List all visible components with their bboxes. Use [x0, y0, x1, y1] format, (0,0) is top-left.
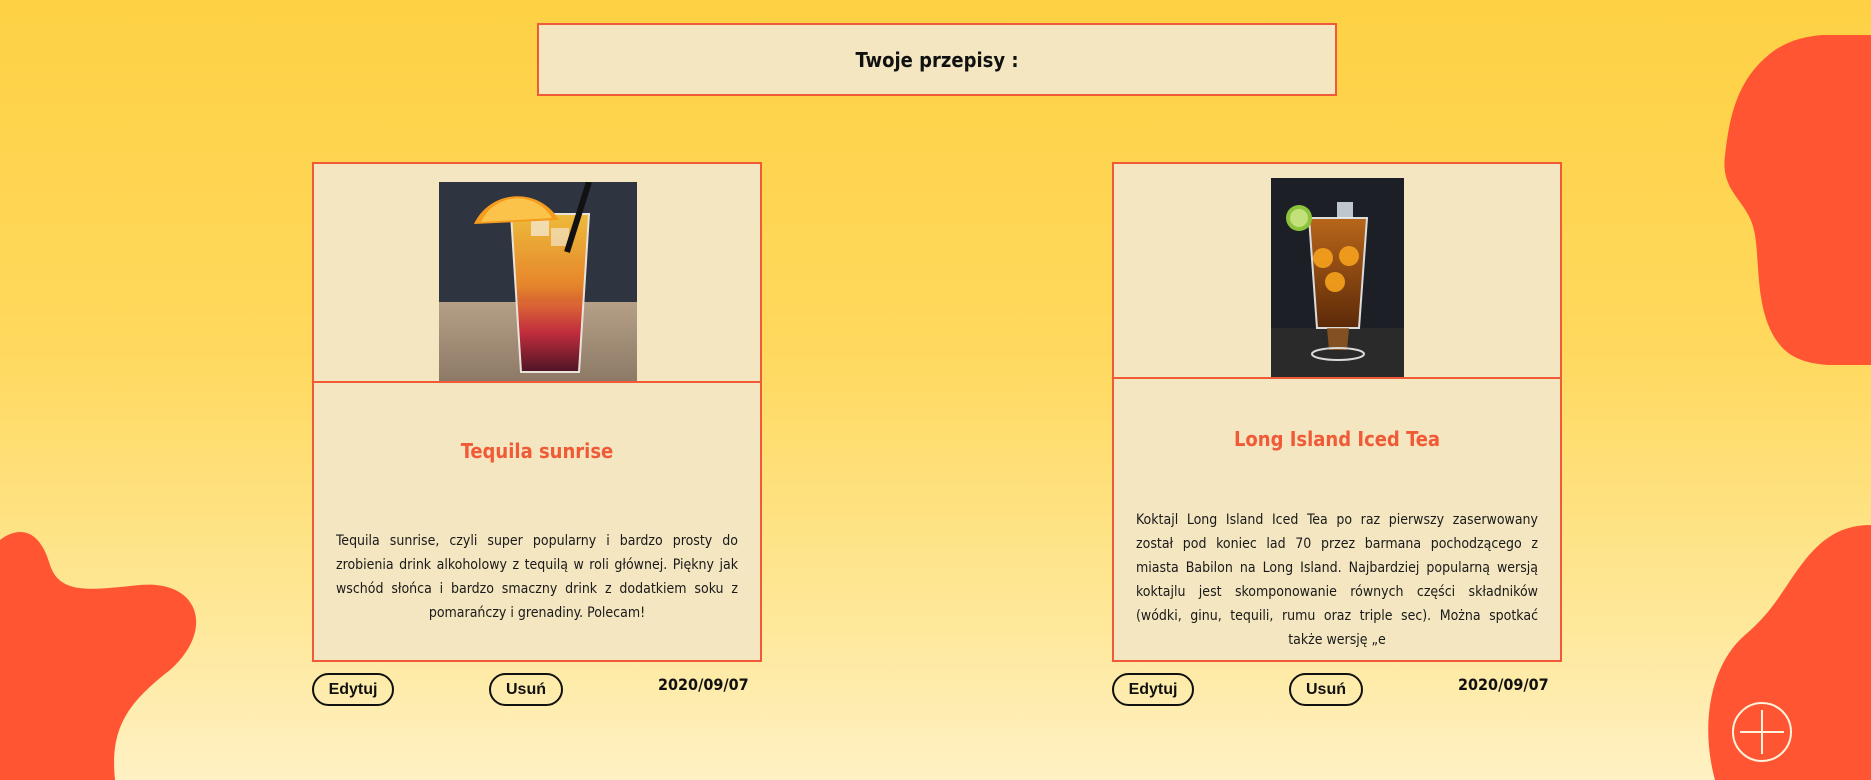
recipe-description: Tequila sunrise, czyli super popularny i… [336, 533, 738, 621]
page-title: Twoje przepisy : [855, 47, 1019, 72]
recipe-title: Long Island Iced Tea [1233, 427, 1441, 451]
plus-icon [1740, 710, 1784, 754]
recipe-description: Koktajl Long Island Iced Tea po raz pier… [1136, 512, 1538, 648]
recipe-image-area [1114, 164, 1560, 379]
delete-button[interactable]: Usuń [489, 673, 563, 706]
recipe-photo-long-island-iced-tea [1271, 178, 1404, 377]
add-recipe-button[interactable] [1732, 702, 1792, 762]
recipe-date: 2020/09/07 [658, 675, 749, 694]
recipe-date: 2020/09/07 [1458, 675, 1549, 694]
decorative-blob-left [0, 532, 197, 780]
recipe-image-area [314, 164, 760, 383]
recipe-photo-tequila-sunrise [439, 182, 637, 381]
recipe-card-tequila-sunrise: Tequila sunrise Tequila sunrise, czyli s… [312, 162, 762, 662]
decorative-blob-top-right [1724, 35, 1871, 365]
header-banner: Twoje przepisy : [537, 23, 1337, 96]
recipe-card-long-island-iced-tea: Long Island Iced Tea Koktajl Long Island… [1112, 162, 1562, 662]
recipe-title: Tequila sunrise [460, 439, 614, 463]
delete-button[interactable]: Usuń [1289, 673, 1363, 706]
edit-button[interactable]: Edytuj [312, 673, 394, 706]
edit-button[interactable]: Edytuj [1112, 673, 1194, 706]
